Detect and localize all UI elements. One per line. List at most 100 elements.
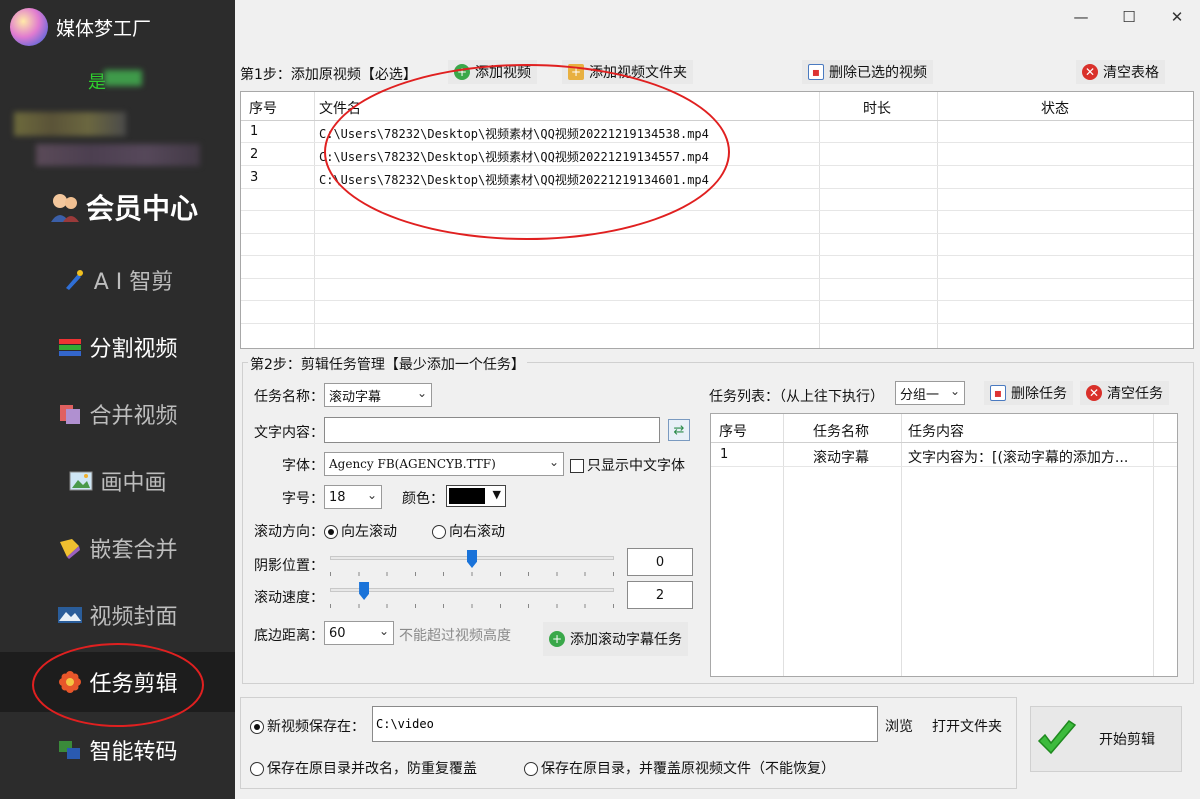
speed-slider[interactable] — [330, 580, 614, 612]
sidebar-item-video-cover[interactable]: 视频封面 — [0, 585, 235, 645]
sidebar-item-nested-merge[interactable]: 嵌套合并 — [0, 518, 235, 578]
app-title: 媒体梦工厂 — [56, 18, 152, 40]
chevron-down-icon: ▼ — [492, 488, 501, 501]
radio-icon — [524, 762, 538, 776]
member-center-button[interactable]: 会员中心 — [48, 182, 208, 232]
delete-task-button[interactable]: ▪ 删除任务 — [984, 381, 1073, 405]
save-new-label: 新视频保存在： — [267, 719, 365, 735]
step2-label: 第2步：剪辑任务管理【最少添加一个任务】 — [248, 354, 527, 374]
speed-value-box[interactable]: 2 — [627, 581, 693, 609]
sidebar-item-label: A I 智剪 — [93, 270, 174, 295]
delete-selected-button[interactable]: ▪ 删除已选的视频 — [802, 60, 933, 84]
chevron-down-icon: ⌄ — [378, 624, 389, 638]
checkbox-icon — [570, 459, 584, 473]
slider-ticks — [330, 604, 614, 608]
blurred-account-info — [36, 144, 200, 166]
annotation-circle — [32, 643, 204, 727]
shadow-slider[interactable] — [330, 548, 614, 580]
slider-thumb[interactable] — [467, 550, 477, 568]
maximize-button[interactable]: ☐ — [1114, 6, 1144, 28]
text-content-input[interactable] — [324, 417, 660, 443]
column-header-task-name[interactable]: 任务名称 — [813, 421, 869, 441]
save-overwrite-radio[interactable]: 保存在原目录，并覆盖原视频文件（不能恢复） — [524, 758, 835, 778]
save-rename-radio[interactable]: 保存在原目录并改名，防重复覆盖 — [250, 758, 477, 778]
bottom-hint: 不能超过视频高度 — [399, 628, 511, 644]
clear-table-button[interactable]: ✕ 清空表格 — [1076, 60, 1165, 84]
clear-table-label: 清空表格 — [1103, 65, 1159, 81]
task-name-value: 滚动字幕 — [329, 389, 382, 405]
only-chinese-font-checkbox[interactable]: 只显示中文字体 — [570, 455, 685, 475]
group-value: 分组一 — [900, 387, 940, 403]
clear-x-icon: ✕ — [1086, 385, 1102, 401]
chevron-down-icon: ⌄ — [416, 386, 427, 400]
color-picker[interactable]: ▼ — [446, 485, 506, 507]
sidebar-item-merge-video[interactable]: 合并视频 — [0, 384, 235, 444]
task-content: 文字内容为：[(滚动字幕的添加方... — [908, 450, 1129, 466]
column-header-index[interactable]: 序号 — [249, 98, 277, 118]
row-index: 3 — [250, 170, 259, 185]
slider-thumb[interactable] — [359, 582, 370, 600]
sidebar-item-smart-transcode[interactable]: 智能转码 — [0, 720, 235, 780]
sidebar-item-label: 合并视频 — [89, 404, 178, 429]
task-name-select[interactable]: 滚动字幕 ⌄ — [324, 383, 432, 407]
column-header-index[interactable]: 序号 — [719, 421, 747, 441]
shadow-value-box[interactable]: 0 — [627, 548, 693, 576]
column-header-status[interactable]: 状态 — [1041, 98, 1069, 118]
clear-x-icon: ✕ — [1082, 64, 1098, 80]
size-value: 18 — [329, 489, 346, 505]
merge-video-icon — [60, 405, 81, 424]
bottom-distance-select[interactable]: 60 ⌄ — [324, 621, 394, 645]
text-content-label: 文字内容： — [254, 425, 324, 441]
task-table[interactable]: 序号 任务名称 任务内容 1 滚动字幕 文字内容为：[(滚动字幕的添加方... — [710, 413, 1178, 677]
sidebar-item-label: 分割视频 — [89, 337, 178, 362]
color-label: 颜色： — [402, 491, 444, 507]
save-path-input[interactable] — [372, 706, 878, 742]
group-select[interactable]: 分组一 ⌄ — [895, 381, 965, 405]
close-button[interactable]: ✕ — [1162, 6, 1192, 28]
add-task-button[interactable]: + 添加滚动字幕任务 — [543, 622, 688, 656]
minimize-button[interactable]: — — [1066, 6, 1096, 28]
sidebar-item-split-video[interactable]: 分割视频 — [0, 317, 235, 377]
radio-icon — [432, 525, 446, 539]
bottom-distance-value: 60 — [329, 625, 346, 641]
delete-selected-label: 删除已选的视频 — [829, 65, 927, 81]
radio-icon — [250, 720, 264, 734]
add-task-label: 添加滚动字幕任务 — [570, 632, 682, 648]
chevron-down-icon: ⌄ — [366, 488, 377, 502]
task-index: 1 — [720, 447, 729, 462]
sidebar-item-label: 嵌套合并 — [89, 538, 178, 563]
start-edit-button[interactable]: 开始剪辑 — [1030, 706, 1182, 772]
direction-left-radio[interactable]: 向左滚动 — [324, 521, 397, 541]
app-logo-icon — [10, 8, 48, 46]
slider-ticks — [330, 572, 614, 576]
sidebar-item-label: 视频封面 — [89, 605, 178, 630]
sidebar-item-ai-cut[interactable]: A I 智剪 — [0, 250, 235, 310]
shadow-label: 阴影位置： — [254, 558, 324, 574]
direction-left-label: 向左滚动 — [341, 524, 397, 540]
browse-button[interactable]: 浏览 — [885, 716, 913, 736]
save-new-radio[interactable]: 新视频保存在： — [250, 716, 365, 736]
nested-merge-icon — [60, 539, 81, 559]
row-index: 1 — [250, 124, 259, 139]
sidebar-item-picture-in-picture[interactable]: 画中画 — [0, 451, 235, 511]
size-select[interactable]: 18 ⌄ — [324, 485, 382, 509]
sidebar-item-label: 智能转码 — [89, 740, 178, 765]
column-header-task-content[interactable]: 任务内容 — [908, 421, 964, 441]
edit-text-icon[interactable]: ⇄ — [668, 419, 690, 441]
bottom-distance-label: 底边距离： — [254, 628, 324, 644]
size-label: 字号： — [282, 491, 324, 507]
font-select[interactable]: Agency FB(AGENCYB.TTF) ⌄ — [324, 452, 564, 476]
speed-label: 滚动速度： — [254, 590, 324, 606]
member-avatar-icon — [51, 194, 79, 222]
chevron-down-icon: ⌄ — [949, 384, 960, 398]
clear-tasks-button[interactable]: ✕ 清空任务 — [1080, 381, 1169, 405]
direction-right-radio[interactable]: 向右滚动 — [432, 521, 505, 541]
direction-label: 滚动方向： — [254, 524, 324, 540]
open-folder-button[interactable]: 打开文件夹 — [932, 716, 1002, 736]
split-video-icon — [59, 339, 82, 356]
column-header-duration[interactable]: 时长 — [863, 98, 891, 118]
task-name-label: 任务名称： — [254, 389, 324, 405]
color-swatch — [449, 488, 485, 504]
annotation-circle — [324, 64, 730, 240]
save-rename-label: 保存在原目录并改名，防重复覆盖 — [267, 761, 477, 777]
